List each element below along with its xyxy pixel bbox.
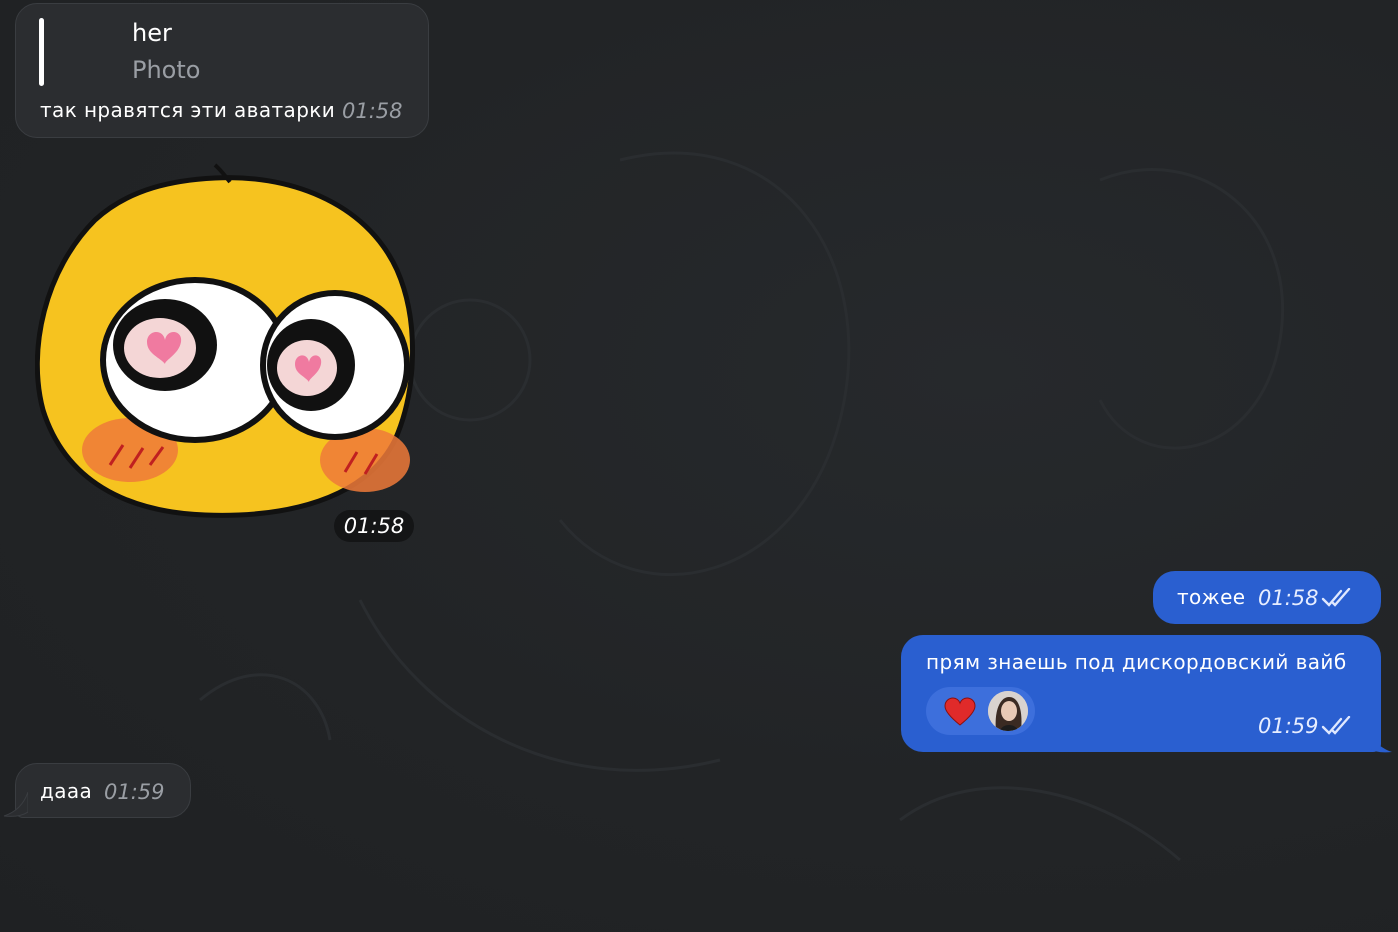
message-bubble-outgoing[interactable]: тожее 01:58	[1153, 571, 1381, 624]
blushing-emoji-sticker	[34, 163, 415, 518]
message-bubble-outgoing[interactable]: прям знаешь под дискордовский вайб 01:59	[901, 635, 1381, 752]
avatar	[988, 691, 1028, 731]
message-time: 01:59	[1258, 714, 1319, 738]
reply-quote-bar	[39, 18, 44, 86]
sticker-time: 01:58	[334, 510, 414, 542]
message-text: прям знаешь под дискордовский вайб	[926, 650, 1347, 674]
message-time: 01:59	[104, 780, 165, 804]
bubble-tail-outgoing	[1368, 728, 1392, 753]
reply-preview-text[interactable]: Photo	[132, 56, 200, 84]
reaction-chip[interactable]	[926, 687, 1035, 735]
message-text: дааа	[40, 779, 93, 803]
reply-author-name[interactable]: her	[132, 19, 172, 47]
message-time: 01:58	[1258, 586, 1319, 610]
double-check-icon	[1321, 588, 1351, 607]
heart-icon	[944, 697, 976, 726]
bubble-tail-incoming	[3, 792, 28, 817]
message-text: так нравятся эти аватарки	[40, 98, 336, 122]
message-bubble-incoming[interactable]: дааа 01:59	[15, 763, 191, 818]
sticker-message[interactable]	[34, 160, 415, 520]
double-check-icon	[1321, 716, 1351, 735]
chat-area: her Photo так нравятся эти аватарки 01:5…	[0, 0, 1398, 932]
message-time: 01:58	[342, 99, 403, 123]
message-text: тожее	[1177, 585, 1246, 609]
message-bubble-incoming[interactable]: her Photo так нравятся эти аватарки 01:5…	[15, 3, 429, 138]
